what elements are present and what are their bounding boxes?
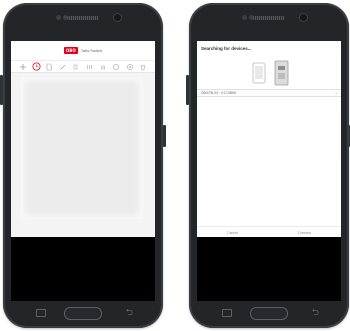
hand-icon[interactable]: [98, 62, 108, 71]
drawing-canvas[interactable]: [21, 77, 143, 219]
phone-left: OBO Tabs Switch ⮌: [0, 3, 166, 328]
volume-button: [186, 75, 189, 105]
grid-icon[interactable]: [85, 62, 95, 71]
device-list-item[interactable]: OBO/TB-XX · 0:17:0B6H ›: [197, 89, 341, 97]
chevron-right-icon: ›: [335, 90, 337, 96]
back-key-icon[interactable]: ⮌: [126, 309, 133, 318]
device-search-dialog: Searching for devices... OBO/TB-XX · 0:1…: [197, 41, 341, 237]
back-key-icon[interactable]: ⮌: [312, 309, 319, 318]
gear-icon[interactable]: [125, 62, 135, 71]
recents-key[interactable]: [222, 309, 232, 317]
screen: OBO Tabs Switch: [11, 41, 155, 301]
cancel-button[interactable]: Cancel: [227, 231, 238, 235]
settings-icon[interactable]: [111, 62, 121, 71]
pen-icon[interactable]: [58, 62, 68, 71]
proximity-sensor: [242, 15, 247, 20]
toolbar: [11, 61, 155, 73]
trash-icon[interactable]: [138, 62, 148, 71]
power-button: [163, 125, 166, 147]
device-name: OBO/TB-XX · 0:17:0B6H: [201, 91, 237, 95]
add-icon[interactable]: [18, 62, 28, 71]
screen: Searching for devices... OBO/TB-XX · 0:1…: [197, 41, 341, 301]
home-button[interactable]: [250, 307, 288, 320]
recents-key[interactable]: [36, 309, 46, 317]
dialog-button-bar: Cancel Connect: [197, 226, 341, 238]
app-header: OBO Tabs Switch: [11, 41, 155, 61]
search-title: Searching for devices...: [201, 46, 252, 51]
connect-button[interactable]: Connect: [298, 231, 311, 235]
home-button[interactable]: [64, 307, 102, 320]
brand-logo: OBO: [63, 47, 78, 54]
front-camera: [114, 14, 121, 21]
phone-right: Searching for devices... OBO/TB-XX · 0:1…: [186, 3, 350, 328]
ruler-icon[interactable]: [71, 62, 81, 71]
circle-tool-icon[interactable]: [31, 62, 41, 71]
app-title: Tabs Switch: [80, 48, 103, 53]
earpiece-speaker: [67, 16, 99, 20]
earpiece-speaker: [253, 16, 285, 20]
volume-button: [0, 75, 3, 105]
front-camera: [300, 14, 307, 21]
document-icon[interactable]: [44, 62, 54, 71]
proximity-sensor: [56, 15, 61, 20]
drawing-app: OBO Tabs Switch: [11, 41, 155, 237]
pairing-illustration-icon: [252, 60, 289, 86]
